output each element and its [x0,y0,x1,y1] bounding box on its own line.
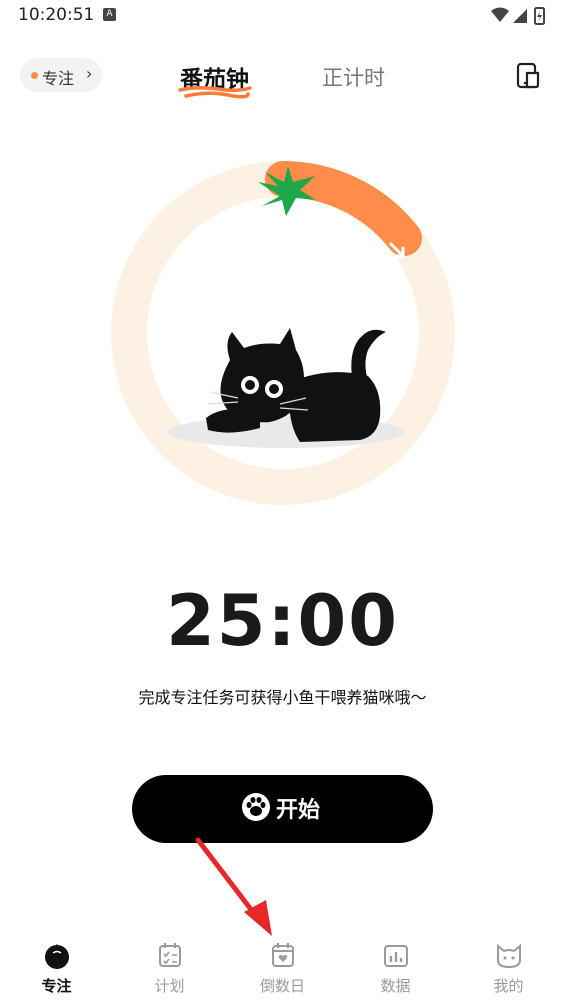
bar-chart-icon [384,945,408,967]
nav-me[interactable]: 我的 [452,930,565,1004]
annotation-arrow [195,837,272,936]
black-cat-illustration [168,328,404,448]
status-time: 10:20:51 [18,5,95,25]
timer-display: 25:00 [166,580,399,662]
countdown-calendar-icon [272,943,294,967]
nav-plan[interactable]: 计划 [113,930,226,1004]
focus-chip-label: 专注 [42,69,75,88]
tab-count-up[interactable]: 正计时 [322,62,385,92]
pomodoro-ring [111,161,455,505]
bottom-nav: 专注 计划 倒数日 数据 我的 [0,930,565,1004]
phone-split-icon[interactable] [516,62,542,90]
signal-icon [513,9,527,23]
plan-calendar-icon [159,943,181,967]
nav-data-label: 数据 [380,977,411,995]
nav-data[interactable]: 数据 [339,930,452,1004]
nav-plan-label: 计划 [154,977,185,995]
start-button-label: 开始 [276,798,321,823]
cat-face-icon [497,943,521,969]
wifi-icon [491,7,509,22]
nav-focus-label: 专注 [41,977,72,995]
notification-a-icon: A [103,8,116,21]
tab-active-underline [178,85,252,99]
nav-countdown-label: 倒数日 [259,977,305,995]
status-bar: 10:20:51 A [0,0,565,32]
chevron-right-icon: › [86,64,93,83]
tomato-icon [45,944,69,969]
nav-me-label: 我的 [493,977,524,995]
start-button[interactable]: 开始 [132,775,433,843]
focus-dot-icon [31,72,38,79]
focus-category-chip[interactable]: 专注 › [20,58,102,92]
reward-hint: 完成专注任务可获得小鱼干喂养猫咪哦～ [138,688,427,707]
nav-focus[interactable]: 专注 [0,930,113,1004]
system-icons [491,7,545,25]
paw-icon [242,793,270,821]
nav-countdown[interactable]: 倒数日 [226,930,339,1004]
